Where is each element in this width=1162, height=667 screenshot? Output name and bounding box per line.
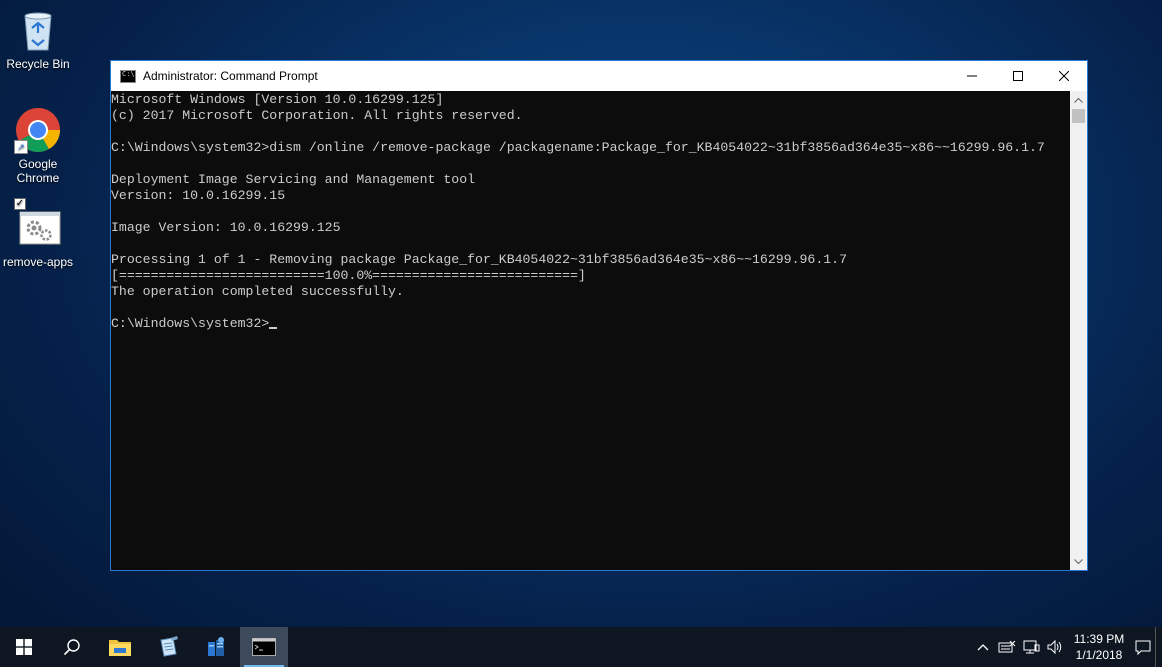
- taskbar-file-explorer[interactable]: [96, 627, 144, 667]
- maximize-button[interactable]: [995, 61, 1041, 90]
- title-bar[interactable]: Administrator: Command Prompt: [111, 61, 1087, 91]
- desktop-icon-chrome[interactable]: ↗ Google Chrome: [0, 106, 76, 185]
- file-explorer-icon: [109, 640, 131, 656]
- clock-time: 11:39 PM: [1073, 632, 1125, 646]
- console-line: The operation completed successfully.: [111, 284, 404, 299]
- keyboard-icon: [998, 640, 1016, 653]
- show-desktop-button[interactable]: [1155, 627, 1162, 667]
- network-button[interactable]: [1019, 639, 1043, 655]
- checkbox-icon: ✓: [14, 198, 26, 210]
- taskbar-notepad[interactable]: [144, 627, 192, 667]
- taskbar-clock[interactable]: 11:39 PM 1/1/2018: [1067, 631, 1131, 663]
- desktop-icon-label: Google Chrome: [16, 157, 60, 185]
- show-hidden-icons-button[interactable]: [971, 643, 995, 651]
- recycle-bin-icon: [14, 6, 62, 54]
- settings-file-icon: ✓: [14, 198, 62, 252]
- taskbar-command-prompt[interactable]: [240, 627, 288, 667]
- console-line: (c) 2017 Microsoft Corporation. All righ…: [111, 108, 523, 123]
- text-cursor: [269, 327, 278, 329]
- console-line: Processing 1 of 1 - Removing package Pac…: [111, 252, 847, 267]
- console-line: Deployment Image Servicing and Managemen…: [111, 172, 476, 187]
- scroll-down-button[interactable]: [1070, 553, 1087, 570]
- input-indicator-button[interactable]: [995, 640, 1019, 654]
- chrome-icon: ↗: [14, 106, 62, 154]
- notepad-icon: [160, 636, 178, 657]
- notification-icon: [1135, 640, 1151, 655]
- search-icon: [63, 639, 80, 656]
- cmd-icon: [120, 69, 136, 83]
- command-prompt-icon: [252, 638, 276, 656]
- volume-icon: [1047, 639, 1062, 655]
- server-manager-icon: [208, 637, 224, 656]
- maximize-icon: [1013, 70, 1023, 81]
- console-line: [==========================100.0%=======…: [111, 268, 586, 283]
- console-line: Microsoft Windows [Version 10.0.16299.12…: [111, 92, 444, 107]
- console-line: Version: 10.0.16299.15: [111, 188, 286, 203]
- chevron-up-icon: [977, 644, 989, 651]
- chevron-down-icon: [1074, 558, 1083, 564]
- console-prompt-line[interactable]: C:\Windows\system32>: [111, 316, 1070, 332]
- console-prompt: C:\Windows\system32>: [111, 316, 270, 331]
- minimize-button[interactable]: [949, 61, 995, 90]
- start-button[interactable]: [0, 627, 48, 667]
- desktop-icon-label: remove-apps: [2, 255, 74, 269]
- close-button[interactable]: [1041, 61, 1087, 90]
- taskbar-server-manager[interactable]: [192, 627, 240, 667]
- desktop-icon-label: Recycle Bin: [6, 57, 70, 71]
- window-title: Administrator: Command Prompt: [143, 69, 318, 83]
- start-icon: [16, 639, 32, 655]
- console-line: C:\Windows\system32>dism /online /remove…: [111, 140, 1045, 155]
- close-icon: [1059, 70, 1069, 81]
- taskbar: 11:39 PM 1/1/2018: [0, 627, 1162, 667]
- chevron-up-icon: [1074, 97, 1083, 103]
- minimize-icon: [967, 75, 977, 76]
- desktop-icon-remove-apps[interactable]: ✓ remove-apps: [0, 198, 76, 269]
- search-button[interactable]: [48, 627, 96, 667]
- console-line: Image Version: 10.0.16299.125: [111, 220, 341, 235]
- desktop-icon-recycle-bin[interactable]: Recycle Bin: [0, 6, 76, 71]
- volume-button[interactable]: [1043, 639, 1067, 655]
- action-center-button[interactable]: [1131, 639, 1155, 655]
- system-tray: 11:39 PM 1/1/2018: [971, 627, 1162, 667]
- shortcut-arrow-icon: ↗: [14, 140, 28, 154]
- clock-date: 1/1/2018: [1075, 648, 1123, 662]
- command-prompt-window[interactable]: Administrator: Command Prompt Microsoft …: [110, 60, 1088, 571]
- scroll-up-button[interactable]: [1070, 91, 1087, 108]
- network-icon: [1023, 640, 1040, 654]
- vertical-scrollbar[interactable]: [1070, 91, 1087, 570]
- console-output[interactable]: Microsoft Windows [Version 10.0.16299.12…: [111, 91, 1070, 570]
- scroll-thumb[interactable]: [1072, 109, 1085, 123]
